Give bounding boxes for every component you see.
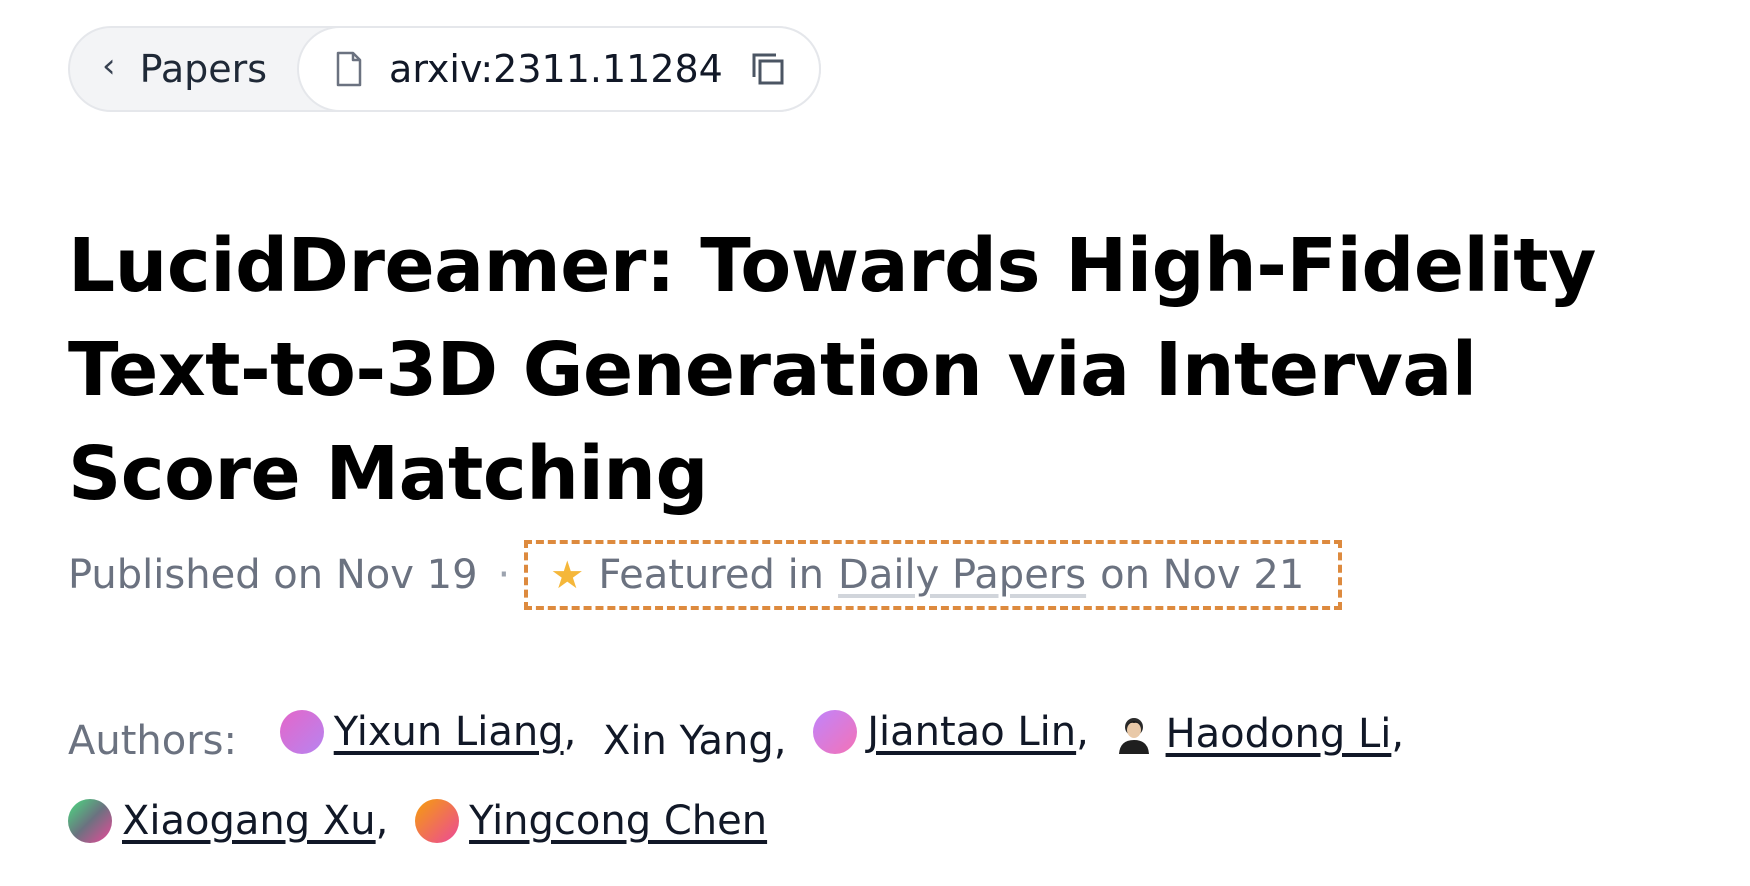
author-xiaogang-xu: Xiaogang Xu, [68,781,388,861]
author-link[interactable]: Yingcong Chen [469,781,767,861]
featured-suffix: on Nov 21 [1100,552,1305,598]
avatar [813,710,858,754]
paper-id: arxiv:2311.11284 [389,47,723,91]
author-haodong-li: Haodong Li, [1116,694,1404,774]
author-link[interactable]: Xiaogang Xu [122,781,376,861]
author-jiantao-lin: Jiantao Lin, [813,692,1089,772]
star-icon: ★ [550,553,585,597]
author-xin-yang: Xin Yang, [603,701,786,781]
paper-title: LucidDreamer: Towards High-Fidelity Text… [68,223,1596,517]
authors-label: Authors: [68,718,237,764]
author-link[interactable]: Jiantao Lin [867,692,1076,772]
copy-icon[interactable] [749,50,787,88]
daily-papers-link[interactable]: Daily Papers [838,552,1086,598]
author-link[interactable]: Yixun Liang [334,692,564,772]
featured-prefix: Featured in [598,552,825,598]
author-yingcong-chen: Yingcong Chen [415,781,767,861]
avatar [279,710,324,754]
authors-list: Authors: Yixun Liang, Xin Yang, Jiantao … [68,692,1718,870]
avatar [1118,718,1149,754]
chevron-left-icon: ‹ [102,46,116,86]
avatar [415,799,460,843]
author-name: Xin Yang [603,718,774,764]
paper-id-pill[interactable]: arxiv:2311.11284 [297,26,821,112]
avatar [68,799,112,843]
author-yixun-liang: Yixun Liang, [279,692,576,772]
published-date: Published on Nov 19 [68,552,478,598]
document-icon [336,51,362,87]
meta-separator: · [497,552,511,598]
back-to-papers-link[interactable]: ‹ Papers [70,28,297,110]
author-link[interactable]: Haodong Li [1166,694,1392,774]
breadcrumb: ‹ Papers arxiv:2311.11284 [68,26,821,112]
featured-badge: ★ Featured in Daily Papers on Nov 21 [524,540,1343,610]
paper-meta: Published on Nov 19 · ★ Featured in Dail… [68,540,1343,610]
back-label: Papers [139,47,268,91]
